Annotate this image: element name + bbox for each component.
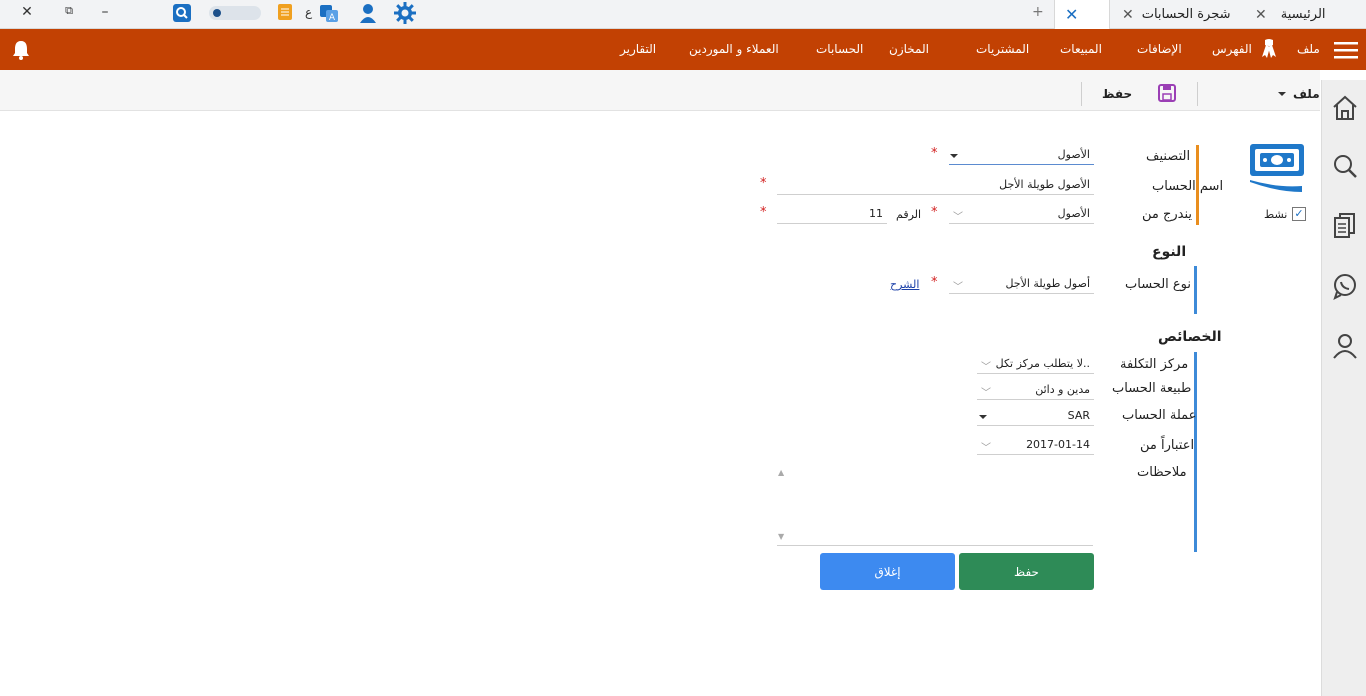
required-mark: *	[931, 275, 938, 290]
account-type-label: نوع الحساب	[1125, 277, 1191, 292]
toolbar-save-label[interactable]: حفظ	[1102, 87, 1132, 101]
whatsapp-icon[interactable]	[1331, 272, 1359, 300]
tab-label: شجرة الحسابات	[1141, 7, 1231, 22]
chevron-down-icon: ﹀	[981, 443, 991, 454]
money-icon	[1248, 142, 1306, 194]
chevron-down-icon: ﹀	[981, 362, 991, 373]
account-nature-select[interactable]: مدين و دائن	[977, 381, 1094, 400]
account-name-input[interactable]: الأصول طويلة الأجل	[777, 176, 1094, 195]
close-button[interactable]: إغلاق	[820, 553, 955, 590]
menu-item-reports[interactable]: التقارير	[620, 42, 656, 56]
dropdown-arrow-icon	[979, 415, 987, 419]
chevron-down-icon: ﹀	[953, 212, 963, 223]
classification-label: التصنيف	[1146, 149, 1191, 164]
required-mark: *	[760, 176, 767, 191]
dropdown-arrow-icon	[950, 154, 958, 158]
tab-accounts-tree[interactable]: ✕ شجرة الحسابات	[1122, 0, 1242, 29]
menu-item-addons[interactable]: الإضافات	[1137, 42, 1182, 56]
new-tab-button[interactable]: +	[1032, 4, 1044, 20]
menu-item-accounts[interactable]: الحسابات	[816, 42, 863, 56]
tab-close-icon[interactable]: ✕	[1122, 7, 1134, 23]
toolbar-file-menu[interactable]: ملف	[1293, 87, 1320, 101]
menu-item-warehouses[interactable]: المخازن	[889, 42, 929, 56]
scroll-down-icon[interactable]: ▼	[778, 532, 784, 541]
active-checkbox[interactable]: ✓	[1292, 207, 1306, 221]
section-accent-bar	[1194, 266, 1197, 314]
tab-blank[interactable]: ✕	[1054, 0, 1110, 29]
properties-section-title: الخصائص	[1158, 329, 1222, 345]
menu-item-index[interactable]: الفهرس	[1212, 42, 1252, 56]
svg-text:A: A	[329, 13, 336, 23]
cost-center-select[interactable]: لا يتطلب مركز تكل..	[977, 355, 1094, 374]
menu-item-file[interactable]: ملف	[1297, 42, 1320, 56]
tab-bar: ✕ ⧉ – ع A + ✕ ✕ شجرة الحسابات ✕ الرئيسية	[0, 0, 1366, 29]
account-name-label: اسم الحساب	[1152, 179, 1224, 194]
file-menu-arrow-icon	[1278, 92, 1286, 96]
translate-icon[interactable]: A	[319, 3, 339, 23]
tab-home[interactable]: ✕ الرئيسية	[1255, 0, 1355, 29]
account-currency-label: عملة الحساب	[1122, 408, 1197, 423]
chevron-down-icon: ﹀	[981, 388, 991, 399]
tab-label: الرئيسية	[1280, 7, 1326, 22]
profile-icon[interactable]	[1331, 332, 1359, 360]
save-button[interactable]: حفظ	[959, 553, 1094, 590]
home-icon[interactable]	[1331, 94, 1359, 122]
search-icon[interactable]	[1331, 152, 1359, 180]
menu-item-sales[interactable]: المبيعات	[1060, 42, 1102, 56]
cost-center-label: مركز التكلفة	[1120, 357, 1189, 372]
bell-icon[interactable]	[11, 39, 31, 61]
toolbar-divider	[1197, 82, 1198, 106]
menu-item-customers-suppliers[interactable]: العملاء و الموردين	[689, 42, 779, 56]
explain-link[interactable]: الشرح	[890, 278, 919, 291]
notes-label: ملاحظات	[1137, 465, 1187, 480]
main-menu-bar: التقارير العملاء و الموردين الحسابات الم…	[0, 29, 1366, 70]
notes-icon[interactable]	[278, 4, 292, 20]
restore-window-button[interactable]: ⧉	[59, 4, 79, 18]
minimize-window-button[interactable]: –	[95, 4, 115, 20]
scroll-up-icon[interactable]: ▲	[778, 468, 784, 477]
required-mark: *	[931, 146, 938, 161]
parent-select[interactable]: الأصول	[949, 205, 1094, 224]
active-label: نشط	[1264, 208, 1288, 221]
toolbar-divider	[1081, 82, 1082, 106]
toggle-switch[interactable]	[209, 6, 261, 20]
notes-textarea[interactable]	[777, 466, 1093, 546]
close-window-button[interactable]: ✕	[17, 4, 37, 20]
classification-select[interactable]: الأصول	[949, 146, 1094, 165]
toggle-knob	[213, 9, 221, 17]
parent-label: يندرج من	[1142, 207, 1193, 222]
required-mark: *	[760, 205, 767, 220]
account-nature-label: طبيعة الحساب	[1112, 381, 1192, 396]
number-label: الرقم	[896, 208, 922, 221]
since-date-label: اعتباراً من	[1140, 438, 1195, 453]
floppy-disk-icon[interactable]	[1158, 84, 1176, 102]
account-type-select[interactable]: أصول طويلة الأجل	[949, 275, 1094, 294]
right-sidebar	[1321, 80, 1366, 696]
number-input[interactable]: 11	[777, 205, 887, 224]
since-date-input[interactable]: 2017-01-14	[977, 436, 1094, 455]
document-icon[interactable]	[1331, 212, 1359, 240]
ribbon-icon	[1259, 38, 1279, 60]
tab-close-icon[interactable]: ✕	[1255, 7, 1267, 23]
language-letter: ع	[305, 5, 313, 19]
required-mark: *	[931, 205, 938, 220]
gear-icon[interactable]	[393, 1, 417, 25]
toolbar: حفظ ملف	[0, 70, 1320, 111]
chevron-down-icon: ﹀	[953, 282, 963, 293]
user-icon[interactable]	[358, 2, 378, 24]
search-icon[interactable]	[173, 4, 191, 22]
tab-close-icon[interactable]: ✕	[1065, 5, 1078, 24]
menu-item-purchases[interactable]: المشتريات	[976, 42, 1029, 56]
section-accent-bar	[1194, 352, 1197, 552]
hamburger-icon[interactable]	[1334, 41, 1358, 59]
type-section-title: النوع	[1152, 244, 1187, 260]
account-currency-select[interactable]: SAR	[977, 407, 1094, 426]
